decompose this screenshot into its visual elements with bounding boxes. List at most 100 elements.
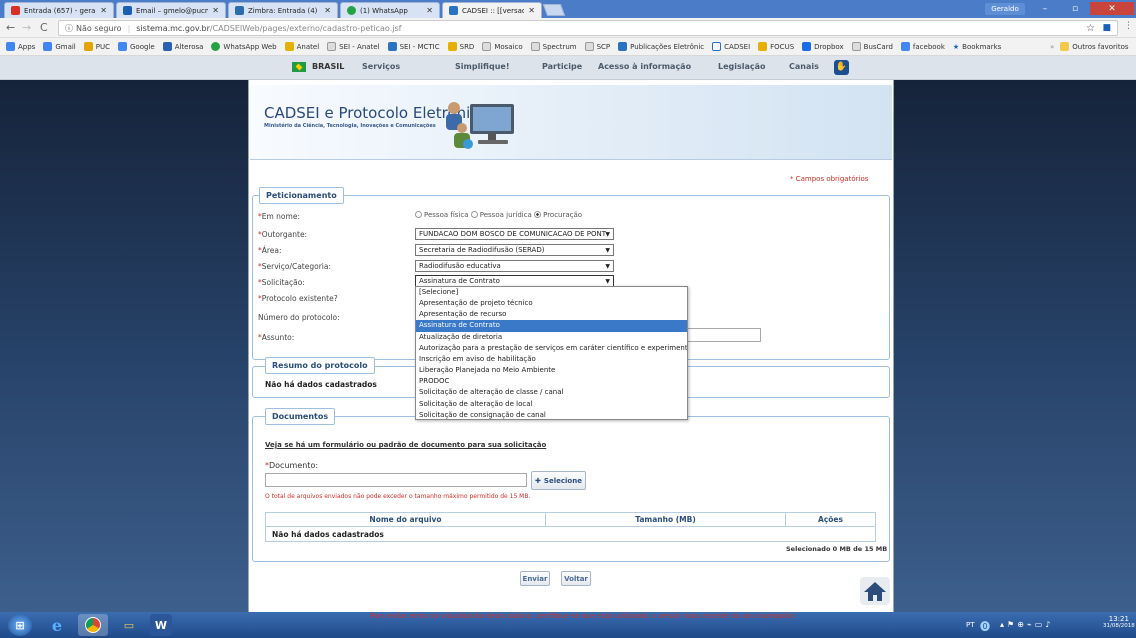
bookmark-item[interactable]: SRD: [447, 42, 474, 51]
close-icon[interactable]: ✕: [324, 6, 331, 15]
browser-tab[interactable]: (1) WhatsApp ✕: [340, 2, 440, 18]
dropdown-option[interactable]: Apresentação de recurso: [416, 309, 687, 320]
bookmark-item[interactable]: Mosaico: [482, 42, 523, 51]
bookmark-item[interactable]: Spectrum: [530, 42, 577, 51]
dropdown-option-selected[interactable]: Assinatura de Contrato: [416, 320, 687, 332]
dropdown-option[interactable]: Solicitação de alteração de classe / can…: [416, 387, 687, 398]
radio-pessoa-juridica[interactable]: Pessoa jurídica: [470, 211, 532, 219]
new-tab-button[interactable]: [542, 4, 566, 16]
back-arrow-icon[interactable]: ←: [6, 21, 15, 34]
maximize-icon[interactable]: ▫: [1060, 2, 1090, 15]
accessibility-icon[interactable]: ✋: [834, 60, 849, 75]
home-button[interactable]: [860, 577, 890, 605]
voltar-button[interactable]: Voltar: [561, 571, 591, 586]
address-bar-row: ← → C ⓘ Não seguro | sistema.mc.gov.br/C…: [0, 18, 1136, 38]
forward-arrow-icon[interactable]: →: [22, 21, 31, 34]
documento-input[interactable]: [265, 473, 527, 487]
dropdown-option[interactable]: Inscrição em aviso de habilitação: [416, 354, 687, 365]
bookmark-item[interactable]: Gmail: [43, 42, 76, 51]
form-template-link[interactable]: Veja se há um formulário ou padrão de do…: [265, 441, 546, 449]
radio-pessoa-fisica[interactable]: Pessoa física: [415, 211, 469, 219]
dropdown-option[interactable]: Solicitação de consignação de canal: [416, 410, 687, 421]
bookmark-item[interactable]: SCP: [584, 42, 610, 51]
security-indicator[interactable]: Não seguro: [76, 24, 122, 33]
radio-procuracao[interactable]: Procuração: [534, 211, 582, 219]
column-header[interactable]: Nome do arquivo: [265, 512, 546, 527]
peticionamento-legend: Peticionamento: [259, 187, 344, 204]
dropdown-option[interactable]: Liberação Planejada no Meio Ambiente: [416, 365, 687, 376]
bookmark-item[interactable]: Anatel: [284, 42, 319, 51]
close-icon[interactable]: ✕: [426, 6, 433, 15]
servico-label: *Serviço/Categoria:: [258, 262, 331, 271]
outorgante-select[interactable]: FUNDACAO DOM BOSCO DE COMUNICACAO DE PON…: [415, 228, 614, 240]
word-icon[interactable]: W: [150, 614, 172, 636]
browser-tab[interactable]: Zimbra: Entrada (4) ✕: [228, 2, 338, 18]
dropdown-option[interactable]: [Selecione]: [416, 287, 687, 298]
gov-participe-link[interactable]: Participe: [542, 62, 582, 71]
bookmark-item[interactable]: Google: [118, 42, 155, 51]
gov-acesso-link[interactable]: Acesso à informação: [598, 62, 691, 71]
browser-tab[interactable]: Email – gmelo@pucminas✕: [116, 2, 226, 18]
profile-button[interactable]: Geraldo: [985, 3, 1025, 15]
bookmark-item[interactable]: Publicações Eletrônic: [618, 42, 704, 51]
bookmark-item[interactable]: ★ Bookmarks: [953, 43, 1001, 51]
bookmark-item[interactable]: Alterosa: [162, 42, 203, 51]
dropdown-option[interactable]: Solicitação de alteração de local: [416, 399, 687, 410]
cadsei-icon: [449, 6, 458, 15]
clock-date: 31/08/2018: [1103, 623, 1135, 629]
column-header[interactable]: Tamanho (MB): [545, 512, 786, 527]
browser-tab[interactable]: Entrada (657) - geraldoc✕: [4, 2, 114, 18]
servico-select[interactable]: Radiodifusão educativa ▼: [415, 260, 614, 272]
gov-simplifique-link[interactable]: Simplifique!: [455, 62, 509, 71]
computer-illustration-icon: [446, 102, 514, 149]
internet-explorer-icon[interactable]: e: [42, 614, 72, 636]
language-indicator[interactable]: PT: [966, 621, 975, 629]
bookmark-item[interactable]: FOCUS: [758, 42, 794, 51]
start-button-icon[interactable]: ⊞: [8, 614, 32, 636]
bookmark-item[interactable]: PUC: [83, 42, 110, 51]
file-explorer-icon[interactable]: ▭: [114, 614, 144, 636]
gov-canais-link[interactable]: Canais: [789, 62, 819, 71]
protocolo-existente-label: *Protocolo existente?: [258, 294, 338, 303]
selecione-file-button[interactable]: ✚ Selecione: [531, 471, 586, 490]
dropdown-option[interactable]: PRODOC: [416, 376, 687, 387]
window-close-icon[interactable]: ✕: [1090, 2, 1134, 15]
gov-brasil-link[interactable]: BRASIL: [312, 62, 344, 71]
documento-label: *Documento:: [265, 461, 319, 470]
dropdown-option[interactable]: Autorização para a prestação de serviços…: [416, 343, 687, 354]
info-icon[interactable]: ⓘ: [65, 23, 73, 34]
close-icon[interactable]: ✕: [212, 6, 219, 15]
other-bookmarks[interactable]: » Outros favoritos: [1050, 42, 1129, 51]
dropdown-option[interactable]: Apresentação de projeto técnico: [416, 298, 687, 309]
clock[interactable]: 13:21 31/08/2018: [1103, 615, 1135, 629]
star-icon[interactable]: ☆: [1086, 23, 1095, 34]
close-icon[interactable]: ✕: [528, 6, 535, 15]
extension-icon[interactable]: ■: [1102, 23, 1111, 33]
bookmark-item[interactable]: WhatsApp Web: [211, 42, 277, 51]
browser-tab-active[interactable]: CADSEI :: [[versao]]✕: [442, 2, 542, 18]
enviar-button[interactable]: Enviar: [520, 571, 550, 586]
dropdown-option[interactable]: Atualização de diretoria: [416, 332, 687, 343]
gov-servicos-link[interactable]: Serviços: [362, 62, 400, 71]
bookmark-item[interactable]: BusCard: [851, 42, 893, 51]
area-label: *Área:: [258, 246, 282, 255]
bookmark-item[interactable]: Apps: [6, 42, 35, 51]
close-icon[interactable]: ✕: [100, 6, 107, 15]
bookmark-item[interactable]: Dropbox: [802, 42, 844, 51]
url-host: sistema.mc.gov.br: [136, 23, 210, 33]
area-select[interactable]: Secretaria de Radiodifusão (SERAD) ▼: [415, 244, 614, 256]
reload-icon[interactable]: C: [40, 21, 48, 34]
help-icon[interactable]: ⓿: [980, 618, 990, 633]
bookmark-item[interactable]: CADSEI: [712, 42, 750, 51]
bookmark-item[interactable]: facebook: [900, 42, 945, 51]
bookmark-item[interactable]: SEI - MCTIC: [387, 42, 440, 51]
minimize-icon[interactable]: –: [1030, 2, 1060, 15]
menu-icon[interactable]: ⋮: [1124, 21, 1133, 31]
gov-legislacao-link[interactable]: Legislação: [718, 62, 766, 71]
url-input[interactable]: ⓘ Não seguro | sistema.mc.gov.br/CADSEIW…: [58, 20, 1118, 36]
chrome-icon[interactable]: [78, 614, 108, 636]
tray-icons[interactable]: ▴⚑⊕⌁▭♪: [1000, 620, 1053, 629]
gmail-icon: [11, 6, 20, 15]
bookmark-item[interactable]: SEI - Anatel: [327, 42, 380, 51]
outorgante-label: *Outorgante:: [258, 230, 308, 239]
